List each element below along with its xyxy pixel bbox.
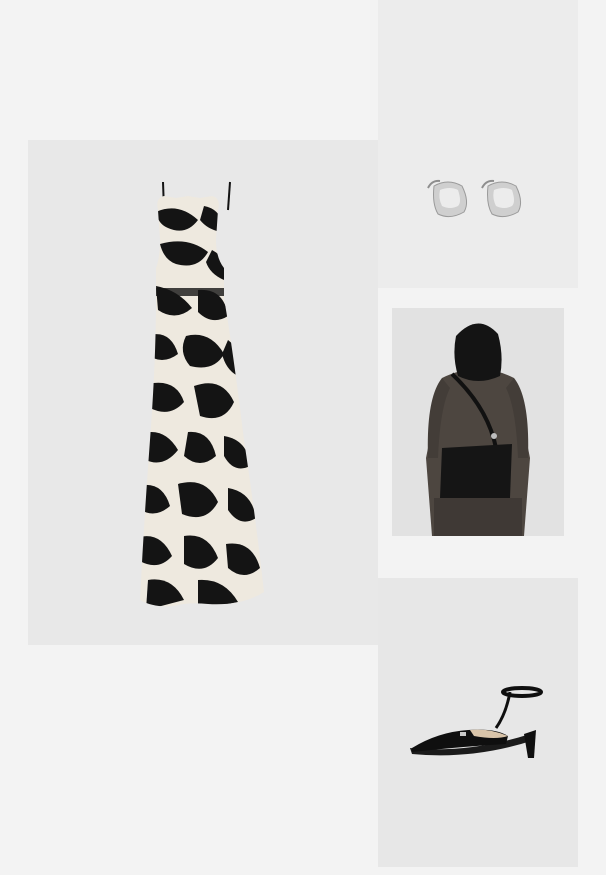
outfit-collage: { "collage": { "items": [ {"id": "dress"…	[0, 0, 606, 875]
earring-left	[427, 179, 468, 218]
earrings-product-tile[interactable]	[378, 0, 578, 288]
bag-product-tile[interactable]	[378, 290, 578, 577]
earrings-image	[427, 179, 522, 218]
dress-product-tile[interactable]	[28, 140, 378, 645]
shoe-product-tile[interactable]	[378, 578, 578, 867]
shoe-image	[410, 686, 543, 758]
bag-model-photo	[392, 308, 564, 536]
dress-image	[140, 181, 264, 607]
earring-right	[481, 179, 522, 218]
